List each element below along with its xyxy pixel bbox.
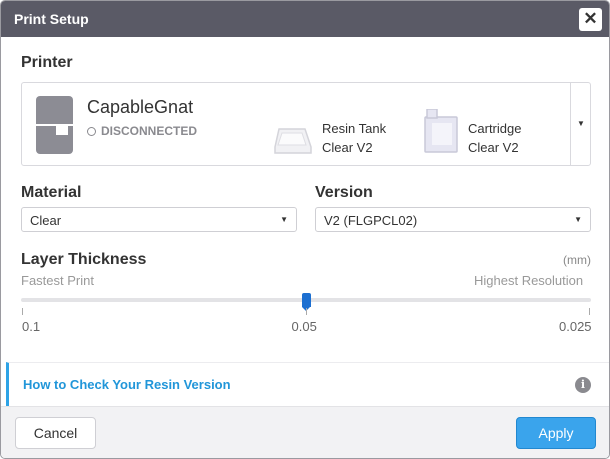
layer-thickness-label: Layer Thickness bbox=[21, 251, 147, 268]
fastest-print-hint: Fastest Print bbox=[21, 273, 94, 288]
material-selected-value: Clear bbox=[30, 213, 62, 228]
highest-resolution-hint: Highest Resolution bbox=[474, 273, 584, 288]
resin-tank-label: Resin Tank bbox=[322, 121, 387, 136]
slider-tick-label: 0.05 bbox=[291, 319, 317, 334]
cartridge-label: Cartridge bbox=[468, 121, 522, 136]
resin-tank-value: Clear V2 bbox=[322, 140, 373, 155]
slider-tick bbox=[305, 308, 307, 315]
close-icon: ✕ bbox=[583, 9, 598, 28]
material-label: Material bbox=[21, 184, 82, 201]
slider-tick bbox=[589, 308, 590, 315]
info-icon[interactable]: i bbox=[575, 377, 591, 393]
title-bar: Print Setup ✕ bbox=[1, 1, 609, 37]
resin-version-help-link[interactable]: How to Check Your Resin Version bbox=[23, 377, 231, 392]
resin-tank-info: Resin Tank Clear V2 bbox=[322, 119, 386, 157]
layer-thickness-units: (mm) bbox=[563, 253, 591, 267]
printer-name: CapableGnat bbox=[87, 97, 194, 117]
printer-section-label: Printer bbox=[21, 54, 73, 71]
cancel-button[interactable]: Cancel bbox=[15, 417, 96, 449]
cartridge-icon bbox=[424, 109, 458, 153]
material-select[interactable]: Clear ▼ bbox=[21, 207, 297, 232]
printer-icon bbox=[36, 96, 73, 154]
printer-status: DISCONNECTED bbox=[87, 124, 197, 138]
layer-thickness-slider-handle[interactable] bbox=[301, 293, 311, 311]
resin-tank-icon bbox=[274, 128, 312, 154]
chevron-down-icon: ▼ bbox=[280, 215, 288, 224]
version-selected-value: V2 (FLGPCL02) bbox=[324, 213, 418, 228]
chevron-down-icon: ▼ bbox=[577, 119, 585, 128]
dialog-title: Print Setup bbox=[14, 11, 89, 27]
version-select[interactable]: V2 (FLGPCL02) ▼ bbox=[315, 207, 591, 232]
printer-selector[interactable]: CapableGnat DISCONNECTED Resin Tank Clea… bbox=[21, 82, 591, 166]
apply-button[interactable]: Apply bbox=[516, 417, 596, 449]
slider-tick-label: 0.1 bbox=[22, 319, 41, 334]
slider-tick-label: 0.025 bbox=[559, 319, 592, 334]
cartridge-value: Clear V2 bbox=[468, 140, 519, 155]
cartridge-info: Cartridge Clear V2 bbox=[468, 119, 521, 157]
slider-tick bbox=[22, 308, 23, 315]
print-setup-dialog: Print Setup ✕ Printer CapableGnat DISCON… bbox=[0, 0, 610, 459]
chevron-down-icon: ▼ bbox=[574, 215, 582, 224]
dialog-footer: Cancel Apply bbox=[1, 406, 609, 458]
printer-dropdown-button[interactable]: ▼ bbox=[570, 83, 591, 165]
close-button[interactable]: ✕ bbox=[579, 8, 602, 31]
version-label: Version bbox=[315, 184, 373, 201]
status-circle-icon bbox=[87, 127, 96, 136]
status-text: DISCONNECTED bbox=[101, 124, 198, 138]
resin-version-help-bar: How to Check Your Resin Version i bbox=[6, 362, 609, 406]
